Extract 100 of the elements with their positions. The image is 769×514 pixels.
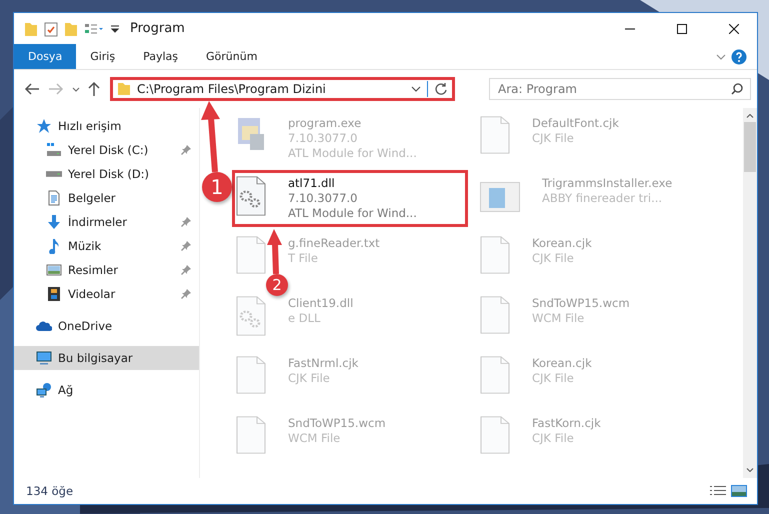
sidebar-label: Bu bilgisayar — [58, 351, 134, 365]
file-name: atl71.dll — [288, 176, 336, 190]
file-icon — [480, 416, 510, 454]
file-name: FastNrml.cjk — [288, 356, 358, 370]
sidebar-label: Ağ — [58, 383, 74, 397]
drive-icon — [46, 171, 62, 177]
sidebar-item[interactable]: Ağ — [14, 378, 199, 402]
help-button[interactable] — [729, 46, 749, 66]
properties-check-icon — [44, 20, 58, 36]
scrollbar[interactable] — [743, 108, 757, 478]
maximize-icon — [677, 24, 687, 34]
sidebar-item[interactable]: İndirmeler — [14, 210, 199, 234]
view-list-icon — [84, 22, 104, 34]
dropdown-caret-icon — [110, 24, 120, 32]
scrollbar-thumb[interactable] — [744, 122, 756, 172]
file-name: Korean.cjk — [532, 236, 592, 250]
close-icon — [729, 24, 739, 34]
file-name: DefaultFont.cjk — [532, 116, 619, 130]
address-path: C:\Program Files\Program Dizini — [137, 82, 327, 96]
sidebar-item[interactable]: Müzik — [14, 234, 199, 258]
file-detail: CJK File — [532, 371, 575, 385]
arrow-right-icon — [48, 83, 64, 95]
file-detail: CJK File — [532, 251, 575, 265]
folder-icon — [117, 82, 131, 96]
gear-file-icon — [236, 176, 266, 216]
gear-file-icon — [236, 296, 266, 336]
computer-icon — [36, 350, 52, 366]
file-name: g.fineReader.txt — [288, 236, 380, 250]
sidebar-item[interactable]: Yerel Disk (C:) — [14, 138, 199, 162]
pointer-arrow — [201, 101, 220, 172]
address-field[interactable]: C:\Program Files\Program Dizini — [110, 77, 455, 101]
sidebar-item[interactable]: Videolar — [14, 282, 199, 306]
file-detail: ATL Module for Wind... — [288, 146, 417, 160]
pointer-arrow — [267, 229, 282, 274]
window-title: Program — [130, 21, 186, 36]
document-icon — [46, 190, 62, 206]
chevron-down-icon — [715, 54, 727, 60]
up-button[interactable] — [86, 79, 102, 99]
file-name: TrigrammsInstaller.exe — [542, 176, 672, 190]
search-icon — [731, 83, 743, 95]
file-name: Client19.dll — [288, 296, 354, 310]
recent-locations-button[interactable] — [70, 84, 82, 94]
network-icon — [36, 382, 52, 398]
file-name: Korean.cjk — [532, 356, 592, 370]
sidebar-item[interactable]: OneDrive — [14, 314, 199, 338]
sidebar-item[interactable]: Belgeler — [14, 186, 199, 210]
file-detail: T File — [288, 251, 319, 265]
file-detail: CJK File — [532, 431, 575, 445]
file-icon — [480, 236, 510, 274]
folder-icon — [64, 20, 78, 36]
item-count: 134 öğe — [26, 484, 74, 498]
ribbon-tab[interactable]: Giriş — [76, 44, 130, 69]
large-icons-view-button[interactable] — [729, 483, 749, 499]
back-button[interactable] — [22, 81, 42, 97]
chevron-down-icon — [411, 86, 421, 92]
details-view-button[interactable] — [707, 484, 729, 498]
arrow-up-icon — [88, 81, 100, 97]
refresh-icon — [434, 82, 448, 96]
file-detail: WCM File — [288, 431, 342, 445]
arrow-left-icon — [24, 83, 40, 95]
file-name: SndToWP15.wcm — [288, 416, 386, 430]
sidebar-label: Resimler — [68, 263, 119, 277]
chevron-up-icon — [746, 114, 754, 118]
sidebar-label: Hızlı erişim — [58, 119, 122, 133]
sidebar-item[interactable]: Bu bilgisayar — [14, 346, 199, 370]
file-detail: e DLL — [288, 311, 322, 325]
file-detail: WCM File — [532, 311, 586, 325]
ribbon-tab[interactable]: Dosya — [14, 44, 76, 69]
sidebar-label: İndirmeler — [68, 215, 128, 229]
file-name: FastKorn.cjk — [532, 416, 601, 430]
minimize-icon — [625, 28, 635, 30]
sidebar-item[interactable]: Hızlı erişim — [14, 114, 199, 138]
file-icon — [236, 416, 266, 454]
folder-icon — [24, 20, 38, 36]
help-icon — [731, 48, 747, 64]
file-icon — [236, 356, 266, 394]
search-field[interactable]: Ara: Program — [489, 78, 751, 100]
drive-icon — [46, 142, 62, 158]
image-icon — [46, 262, 62, 278]
image-view-icon — [731, 485, 747, 497]
file-detail: 7.10.3077.0 — [288, 191, 358, 205]
ribbon-tab[interactable]: Paylaş — [129, 44, 192, 69]
file-name: SndToWP15.wcm — [532, 296, 630, 310]
chevron-down-icon — [72, 86, 80, 92]
file-item[interactable]: atl71.dll 7.10.3077.0 ATL Module for Wind... — [236, 176, 417, 220]
details-view-icon — [709, 486, 727, 496]
sidebar-item[interactable]: Resimler — [14, 258, 199, 282]
ribbon-tab[interactable]: Görünüm — [192, 44, 272, 69]
sidebar-item[interactable]: Yerel Disk (D:) — [14, 162, 199, 186]
chevron-down-icon — [746, 468, 754, 472]
sidebar-label: Yerel Disk (D:) — [68, 167, 150, 181]
star-icon — [36, 118, 52, 134]
file-detail: CJK File — [532, 131, 575, 145]
sidebar-label: Belgeler — [68, 191, 117, 205]
sidebar-label: Yerel Disk (C:) — [68, 143, 150, 157]
sidebar-label: OneDrive — [58, 319, 114, 333]
download-arrow-icon — [46, 214, 62, 230]
file-icon — [236, 236, 266, 274]
file-detail: CJK File — [288, 371, 331, 385]
file-icon — [480, 356, 510, 394]
